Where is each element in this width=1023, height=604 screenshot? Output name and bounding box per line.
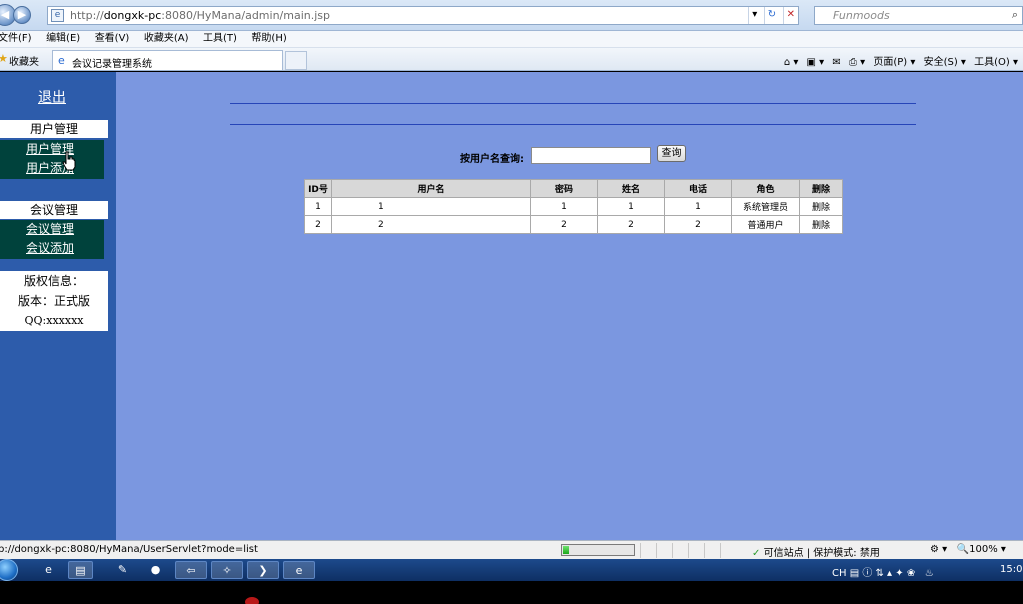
forward-button[interactable]: ▶ (13, 6, 31, 24)
menu-bar: 文件(F) 编辑(E) 查看(V) 收藏夹(A) 工具(T) 帮助(H) (0, 31, 1023, 48)
menu-page[interactable]: 页面(P) ▾ (873, 57, 915, 68)
taskbar: e ▤ ✎ ● ⇦ ✧ ❯ e CH ▤ ⓘ ⇅ ▴ ✦ ❀ ♨ 15:03 (0, 559, 1023, 581)
dropdown-arrow-icon[interactable]: ▾ (748, 7, 760, 24)
username-search-input[interactable] (531, 147, 651, 164)
divider-top (230, 103, 916, 104)
cell-password: 2 (530, 215, 598, 234)
meeting-manage-link[interactable]: 会议管理 (26, 220, 104, 239)
copyright-info: 版权信息： 版本：正式版 QQ:xxxxxx (0, 271, 108, 331)
cell-phone: 1 (664, 197, 732, 216)
table-header-row: ID号 用户名 密码 姓名 电话 角色 删除 (304, 179, 843, 198)
status-bar: p://dongxk-pc:8080/HyMana/UserServlet?mo… (0, 540, 1023, 559)
search-box[interactable]: Funmoods ⌕ (814, 6, 1023, 25)
cell-password: 1 (530, 197, 598, 216)
command-bar: ⌂ ▾ ▣ ▾ ✉ ⎙ ▾ 页面(P) ▾ 安全(S) ▾ 工具(O) ▾ (784, 53, 1023, 68)
app-icon[interactable]: ● (143, 561, 168, 579)
address-toolbar: ◀ ▶ e http://dongxk-pc:8080/HyMana/admin… (0, 0, 1023, 31)
status-panes (640, 543, 740, 558)
menu-help[interactable]: 帮助(H) (251, 31, 286, 47)
address-bar[interactable]: e http://dongxk-pc:8080/HyMana/admin/mai… (47, 6, 799, 25)
search-button[interactable]: 查询 (657, 145, 686, 162)
app-icon[interactable]: ✎ (110, 561, 135, 579)
ie-taskbar-icon[interactable]: e (283, 561, 315, 579)
meeting-section-title: 会议管理 (0, 201, 108, 219)
divider-bottom (230, 124, 916, 125)
clock: 15:03 (1000, 564, 1023, 575)
new-tab-button[interactable] (285, 51, 307, 70)
check-icon: ✓ (752, 548, 761, 559)
delete-link[interactable]: 删除 (799, 197, 843, 216)
print-icon[interactable]: ⎙ ▾ (849, 57, 865, 68)
cell-id: 2 (304, 215, 332, 234)
logout-link[interactable]: 退出 (38, 87, 66, 107)
record-indicator (245, 597, 259, 604)
ie-icon: e (58, 54, 65, 67)
user-table: ID号 用户名 密码 姓名 电话 角色 删除 1 1 1 1 1 系统管理员 删… (304, 179, 843, 234)
app-icon[interactable]: ✧ (211, 561, 243, 579)
start-button[interactable] (0, 559, 18, 581)
col-password: 密码 (530, 179, 598, 198)
status-url: p://dongxk-pc:8080/HyMana/UserServlet?mo… (0, 544, 258, 555)
favorites-button[interactable]: 收藏夹 (9, 53, 39, 68)
search-icon[interactable]: ⌕ (1012, 8, 1018, 22)
cell-role: 普通用户 (731, 215, 800, 234)
menu-file[interactable]: 文件(F) (0, 31, 32, 47)
page-icon: e (51, 9, 64, 22)
tab-active[interactable]: e 会议记录管理系统 (52, 50, 283, 70)
ie-icon[interactable]: e (36, 561, 61, 579)
col-phone: 电话 (664, 179, 732, 198)
col-id: ID号 (304, 179, 332, 198)
page-content: 退出 用户管理 用户管理 用户添加 会议管理 会议管理 会议添加 版权信息： 版… (0, 72, 1023, 540)
menu-favorites[interactable]: 收藏夹(A) (144, 31, 189, 47)
security-zone[interactable]: ✓ 可信站点 | 保护模式: 禁用 (752, 544, 880, 559)
refresh-icon[interactable]: ↻ (763, 7, 779, 24)
menu-tools[interactable]: 工具(T) (203, 31, 237, 47)
menu-edit[interactable]: 编辑(E) (46, 31, 80, 47)
cell-name: 1 (597, 197, 665, 216)
cell-username: 1 (331, 197, 531, 216)
cell-id: 1 (304, 197, 332, 216)
screen-border (0, 581, 1023, 604)
delete-link[interactable]: 删除 (799, 215, 843, 234)
hand-cursor-icon (62, 151, 76, 171)
sidebar: 退出 用户管理 用户管理 用户添加 会议管理 会议管理 会议添加 版权信息： 版… (0, 72, 116, 540)
cell-name: 2 (597, 215, 665, 234)
app-icon[interactable]: ⇦ (175, 561, 207, 579)
favorites-bar: ★ 收藏夹 e 会议记录管理系统 ⌂ ▾ ▣ ▾ ✉ ⎙ ▾ 页面(P) ▾ 安… (0, 48, 1023, 71)
progress-fill (563, 546, 569, 554)
menu-tools-cmd[interactable]: 工具(O) ▾ (974, 57, 1018, 68)
table-row: 2 2 2 2 2 普通用户 删除 (304, 215, 843, 234)
zoom-control[interactable]: ⚙ ▾ 🔍100% ▾ (930, 544, 1006, 555)
url-text: http://dongxk-pc:8080/HyMana/admin/main.… (70, 9, 331, 22)
search-label: 按用户名查询: (460, 154, 524, 165)
cell-username: 2 (331, 215, 531, 234)
feeds-icon[interactable]: ▣ ▾ (807, 57, 825, 68)
user-section-title: 用户管理 (0, 120, 108, 138)
screen: ◀ ▶ e http://dongxk-pc:8080/HyMana/admin… (0, 0, 1023, 604)
close-icon[interactable]: ✕ (782, 7, 798, 24)
progress-bar (561, 544, 635, 556)
cell-role: 系统管理员 (731, 197, 800, 216)
menu-view[interactable]: 查看(V) (95, 31, 130, 47)
meeting-add-link[interactable]: 会议添加 (26, 239, 104, 258)
table-row: 1 1 1 1 1 系统管理员 删除 (304, 197, 843, 216)
cell-phone: 2 (664, 215, 732, 234)
col-role: 角色 (731, 179, 800, 198)
home-icon[interactable]: ⌂ ▾ (784, 57, 799, 68)
explorer-icon[interactable]: ▤ (68, 561, 93, 579)
menu-safety[interactable]: 安全(S) ▾ (924, 57, 966, 68)
system-tray: CH ▤ ⓘ ⇅ ▴ ✦ ❀ ♨ (832, 568, 934, 579)
mail-icon[interactable]: ✉ (832, 57, 840, 68)
col-delete: 删除 (799, 179, 843, 198)
tab-title: 会议记录管理系统 (72, 59, 152, 70)
app-icon[interactable]: ❯ (247, 561, 279, 579)
col-name: 姓名 (597, 179, 665, 198)
col-username: 用户名 (331, 179, 531, 198)
meeting-section-links: 会议管理 会议添加 (0, 220, 104, 259)
star-icon: ★ (0, 52, 8, 65)
user-section-links: 用户管理 用户添加 (0, 140, 104, 179)
